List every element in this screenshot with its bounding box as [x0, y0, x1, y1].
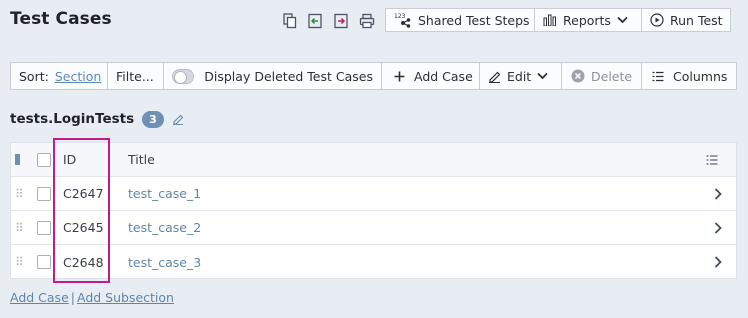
add-case-button[interactable]: Add Case: [382, 63, 480, 89]
export-icon[interactable]: [305, 11, 325, 31]
section-marker-icon: [15, 154, 25, 165]
shared-steps-label: Shared Test Steps: [418, 12, 530, 28]
delete-circle-icon: [571, 69, 585, 83]
page-header: Test Cases 123 Shared Test Steps Reports…: [0, 0, 748, 44]
filter-label: Filte...: [116, 68, 154, 84]
table-row[interactable]: ⠿ C2647 test_case_1: [11, 177, 736, 211]
drag-handle-icon[interactable]: ⠿: [15, 221, 25, 235]
edit-label: Edit: [507, 68, 532, 84]
section-header: tests.LoginTests 3: [10, 108, 184, 130]
case-id: C2647: [63, 186, 104, 201]
chevron-down-icon: [537, 72, 548, 80]
columns-list-icon: [652, 71, 664, 82]
add-case-label: Add Case: [414, 68, 473, 84]
delete-label: Delete: [591, 68, 633, 84]
row-checkbox[interactable]: [37, 220, 51, 235]
svg-text:123: 123: [394, 13, 406, 20]
cases-grid: ID Title ⠿ C2647 test_case_1 ⠿ C2645 tes…: [10, 142, 737, 279]
table-row[interactable]: ⠿ C2645 test_case_2: [11, 211, 736, 245]
grid-header-row: ID Title: [11, 143, 736, 177]
section-name: tests.LoginTests: [10, 111, 135, 127]
add-subsection-link[interactable]: Add Subsection: [77, 290, 174, 305]
cases-toolbar: Sort: Section Filte... Display Deleted T…: [10, 62, 737, 90]
shared-steps-icon: 123: [394, 12, 412, 28]
edit-button[interactable]: Edit: [480, 63, 562, 89]
filter-button[interactable]: Filte...: [108, 63, 164, 89]
column-settings-icon[interactable]: [706, 154, 718, 165]
chevron-right-icon[interactable]: [714, 256, 722, 268]
delete-button[interactable]: Delete: [562, 63, 642, 89]
section-footer-links: Add Case | Add Subsection: [10, 290, 174, 305]
shared-test-steps-button[interactable]: 123 Shared Test Steps: [385, 8, 535, 32]
display-deleted-toggle[interactable]: [172, 68, 195, 84]
case-title-link[interactable]: test_case_3: [128, 255, 201, 270]
row-checkbox[interactable]: [37, 186, 51, 201]
display-deleted-toggle-item[interactable]: Display Deleted Test Cases: [164, 63, 382, 89]
chevron-right-icon[interactable]: [714, 187, 722, 200]
columns-label: Columns: [673, 68, 728, 84]
play-circle-icon: [650, 13, 664, 27]
copy-icon[interactable]: [280, 11, 300, 31]
table-row[interactable]: ⠿ C2648 test_case_3: [11, 245, 736, 279]
import-icon[interactable]: [331, 11, 351, 31]
select-all-checkbox[interactable]: [37, 152, 51, 167]
run-test-button[interactable]: Run Test: [641, 8, 731, 32]
reports-label: Reports: [563, 12, 611, 28]
sort-value-link[interactable]: Section: [55, 69, 101, 84]
columns-button[interactable]: Columns: [642, 63, 736, 89]
link-separator: |: [70, 290, 75, 305]
chevron-right-icon[interactable]: [714, 221, 722, 234]
chevron-down-icon: [617, 16, 628, 24]
case-title-link[interactable]: test_case_1: [128, 186, 201, 201]
sort-control[interactable]: Sort: Section: [11, 63, 108, 89]
drag-handle-icon[interactable]: ⠿: [15, 255, 25, 269]
id-column-header[interactable]: ID: [63, 152, 76, 167]
row-checkbox[interactable]: [37, 255, 51, 269]
display-deleted-label: Display Deleted Test Cases: [204, 68, 373, 84]
case-id: C2648: [63, 254, 104, 270]
run-test-label: Run Test: [670, 12, 723, 28]
case-id: C2645: [63, 220, 104, 235]
case-title-link[interactable]: test_case_2: [128, 220, 201, 235]
bar-chart-icon: [543, 14, 557, 26]
pencil-icon: [488, 70, 501, 83]
case-count-badge: 3: [142, 110, 164, 128]
edit-section-icon[interactable]: [172, 113, 184, 125]
page-title: Test Cases: [10, 9, 112, 29]
add-case-link[interactable]: Add Case: [10, 290, 69, 305]
print-icon[interactable]: [357, 11, 377, 31]
reports-button[interactable]: Reports: [534, 8, 642, 32]
plus-icon: [394, 71, 405, 82]
sort-label: Sort:: [19, 68, 49, 84]
drag-handle-icon[interactable]: ⠿: [15, 187, 25, 201]
title-column-header[interactable]: Title: [128, 152, 155, 167]
